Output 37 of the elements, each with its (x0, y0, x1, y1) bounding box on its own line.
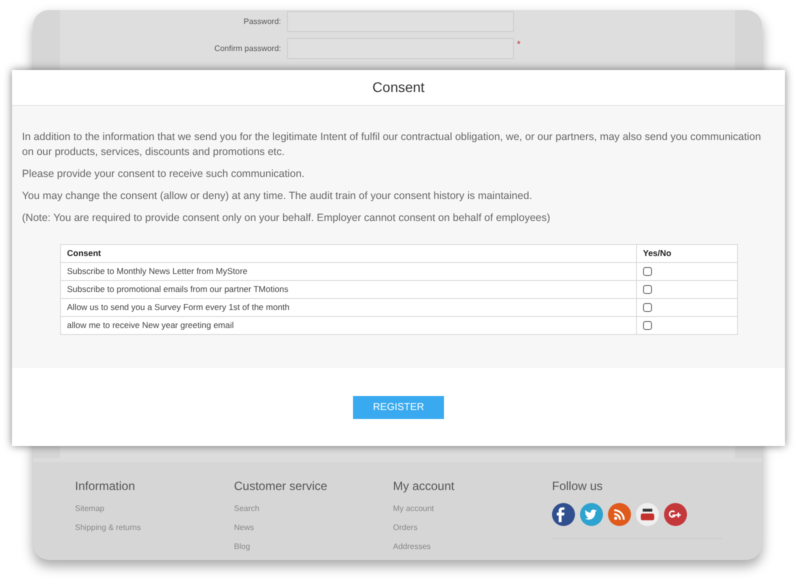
footer-link[interactable]: My account (393, 503, 552, 515)
footer-link[interactable]: Orders (393, 522, 552, 534)
consent-checkbox[interactable] (643, 303, 652, 312)
footer-link[interactable]: Addresses (393, 541, 552, 553)
video-logo-icon[interactable] (636, 503, 659, 526)
table-cell: allow me to receive New year greeting email (60, 316, 636, 334)
footer-link[interactable]: News (234, 522, 393, 534)
g-plus-icon[interactable] (664, 503, 687, 526)
register-button[interactable]: REGISTER (353, 396, 444, 418)
footer-heading: My account (393, 478, 456, 495)
required-mark: * (517, 38, 521, 51)
consent-checkbox[interactable] (643, 321, 652, 330)
consent-checkbox[interactable] (643, 267, 652, 276)
consent-checkbox[interactable] (643, 285, 652, 294)
bird-icon[interactable] (580, 503, 603, 526)
rss-icon[interactable] (608, 503, 631, 526)
modal-title: Consent (372, 78, 425, 97)
consent-paragraph: You may change the consent (allow or deny) at any time. The audit train of your consent history is maintained. (22, 189, 534, 204)
table-cell: Allow us to send you a Survey Form every 1st of the month (60, 298, 636, 316)
footer-heading: Customer service (234, 478, 328, 495)
column-header: Consent (60, 244, 636, 262)
footer-link[interactable]: Search (234, 503, 393, 515)
input-field[interactable] (287, 11, 514, 32)
consent-paragraph: Please provide your consent to receive such communication. (22, 167, 306, 182)
column-header: Yes/No (636, 244, 738, 262)
field-label: Confirm password: (213, 42, 282, 54)
table-cell: Subscribe to promotional emails from our partner TMotions (60, 280, 636, 298)
footer-link[interactable]: Blog (234, 541, 393, 553)
footer-heading: Information (75, 478, 136, 495)
table-cell: Subscribe to Monthly News Letter from MyStore (60, 262, 636, 280)
footer-link[interactable]: Shipping & returns (75, 522, 234, 534)
consent-paragraph: In addition to the information that we send you for the legitimate Intent of fulfil our contractual obligation, we, or our partners, may also send you communication on our products, services, discounts and promotions etc. (22, 130, 762, 160)
footer-heading: Follow us (552, 478, 604, 495)
f-logo-icon[interactable] (552, 503, 575, 526)
field-label: Password: (242, 16, 282, 28)
consent-paragraph: (Note: You are required to provide consent only on your behalf. Employer cannot consent on behalf of employees) (22, 211, 552, 226)
footer-link[interactable]: Sitemap (75, 503, 234, 515)
